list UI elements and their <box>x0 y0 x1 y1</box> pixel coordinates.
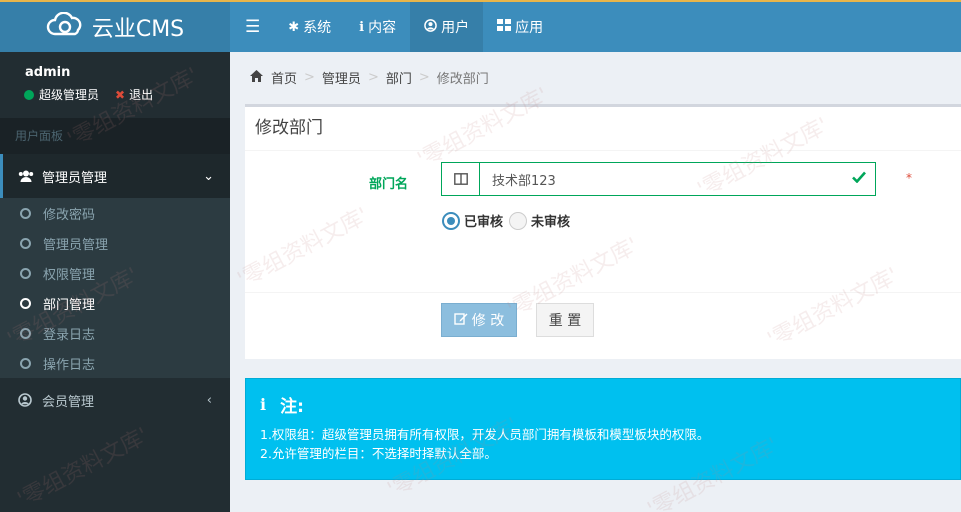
sidebar-item-permissions[interactable]: 权限管理 <box>0 258 230 288</box>
nav-apps[interactable]: 应用 <box>483 2 557 52</box>
chevron-down-icon: ⌄ <box>203 168 214 184</box>
sidebar-item-departments[interactable]: 部门管理 <box>0 288 230 318</box>
radio-unapproved[interactable]: 未审核 <box>509 211 570 230</box>
required-mark: * <box>906 171 912 185</box>
sidebar-item-label: 部门管理 <box>43 297 96 313</box>
radio-approved[interactable]: 已审核 <box>442 211 503 230</box>
user-panel: admin 超级管理员 ✖ 退出 <box>0 52 230 118</box>
cloud-icon <box>46 11 86 42</box>
edit-department-form: 修改部门 部门名 * 已审核 未审核 修 改 重 置 <box>245 104 961 359</box>
callout-title: 注: <box>280 397 304 417</box>
breadcrumb: 首页 > 管理员 > 部门 > 修改部门 <box>250 68 489 87</box>
radio-label: 未审核 <box>531 215 571 230</box>
user-circle-icon <box>424 18 437 36</box>
reset-button[interactable]: 重 置 <box>536 303 594 337</box>
nav-label: 用户 <box>441 20 470 36</box>
sidebar-header: 用户面板 <box>0 118 230 154</box>
logo[interactable]: 云业CMS <box>0 2 230 52</box>
logout-link[interactable]: 退出 <box>129 86 153 103</box>
sidebar: admin 超级管理员 ✖ 退出 用户面板 管理员管理 ⌄ 修改密码 管理员管理… <box>0 52 230 512</box>
breadcrumb-separator: > <box>367 70 379 85</box>
edit-icon <box>454 312 468 329</box>
nav-system[interactable]: ✱ 系统 <box>274 2 345 52</box>
user-circle-icon <box>18 393 34 407</box>
department-name-label: 部门名 <box>369 177 409 192</box>
home-icon <box>250 69 263 86</box>
breadcrumb-current: 修改部门 <box>436 72 489 87</box>
breadcrumb-department[interactable]: 部门 <box>386 68 412 87</box>
gear-icon: ✱ <box>288 19 300 35</box>
circle-icon <box>20 207 31 219</box>
circle-icon <box>20 327 31 339</box>
sidebar-item-label: 权限管理 <box>43 267 96 283</box>
sidebar-group-label: 管理员管理 <box>42 170 108 186</box>
hamburger-icon: ☰ <box>245 17 261 37</box>
sidebar-item-login-log[interactable]: 登录日志 <box>0 318 230 348</box>
breadcrumb-separator: > <box>304 70 315 85</box>
circle-icon <box>20 297 31 309</box>
submit-button[interactable]: 修 改 <box>441 303 517 337</box>
columns-icon <box>442 163 480 195</box>
radio-checked-icon <box>442 211 460 230</box>
form-title: 修改部门 <box>245 107 961 151</box>
top-navbar: 云业CMS ☰ ✱ 系统 i 内容 用户 应用 <box>0 0 961 52</box>
grid-icon <box>497 19 512 35</box>
sidebar-toggle-button[interactable]: ☰ <box>230 2 274 52</box>
breadcrumb-separator: > <box>418 70 430 85</box>
radio-unchecked-icon <box>509 211 528 230</box>
circle-icon <box>20 267 31 279</box>
logo-text: 云业CMS <box>91 17 185 42</box>
sidebar-group-member[interactable]: 会员管理 ‹ <box>0 378 230 422</box>
user-name: admin <box>25 65 71 80</box>
sidebar-item-operation-log[interactable]: 操作日志 <box>0 348 230 378</box>
user-role: 超级管理员 <box>39 88 100 102</box>
submit-label: 修 改 <box>471 313 505 329</box>
nav-content[interactable]: i 内容 <box>345 2 410 52</box>
nav-label: 内容 <box>368 20 397 36</box>
nav-label: 系统 <box>303 20 332 36</box>
sidebar-item-change-password[interactable]: 修改密码 <box>0 198 230 228</box>
check-icon <box>852 171 866 187</box>
sidebar-group-label: 会员管理 <box>42 394 95 410</box>
callout-title-row: i 注: <box>260 392 960 417</box>
divider <box>245 292 961 293</box>
sidebar-item-admin-manage[interactable]: 管理员管理 <box>0 228 230 258</box>
online-status-icon <box>24 89 34 100</box>
nav-label: 应用 <box>515 20 544 36</box>
chevron-left-icon: ‹ <box>206 392 212 408</box>
sidebar-item-label: 修改密码 <box>43 207 96 223</box>
users-icon <box>18 170 34 182</box>
info-icon: i <box>359 19 365 35</box>
close-icon: ✖ <box>115 87 126 102</box>
radio-label: 已审核 <box>464 215 504 230</box>
breadcrumb-admin[interactable]: 管理员 <box>322 68 361 87</box>
info-callout: i 注: 1.权限组：超级管理员拥有所有权限，开发人员部门拥有模板和模型板块的权… <box>245 378 961 480</box>
status-radio-group: 已审核 未审核 <box>442 211 576 230</box>
breadcrumb-home[interactable]: 首页 <box>271 68 297 87</box>
nav-user[interactable]: 用户 <box>410 2 484 52</box>
sidebar-item-label: 管理员管理 <box>43 237 109 253</box>
info-icon: i <box>260 395 267 414</box>
sidebar-group-admin[interactable]: 管理员管理 ⌄ <box>0 154 230 198</box>
callout-line: 1.权限组：超级管理员拥有所有权限，开发人员部门拥有模板和模型板块的权限。 <box>260 427 710 442</box>
department-name-group <box>441 162 876 196</box>
sidebar-submenu: 修改密码 管理员管理 权限管理 部门管理 登录日志 操作日志 <box>0 198 230 378</box>
callout-line: 2.允许管理的栏目：不选择时择默认全部。 <box>260 446 497 461</box>
circle-icon <box>20 237 31 249</box>
circle-icon <box>20 357 31 369</box>
user-status: 超级管理员 ✖ 退出 <box>24 86 230 103</box>
department-name-input[interactable] <box>480 163 875 195</box>
sidebar-item-label: 登录日志 <box>43 327 96 343</box>
top-nav: ☰ ✱ 系统 i 内容 用户 应用 <box>230 2 557 52</box>
sidebar-item-label: 操作日志 <box>43 357 96 373</box>
